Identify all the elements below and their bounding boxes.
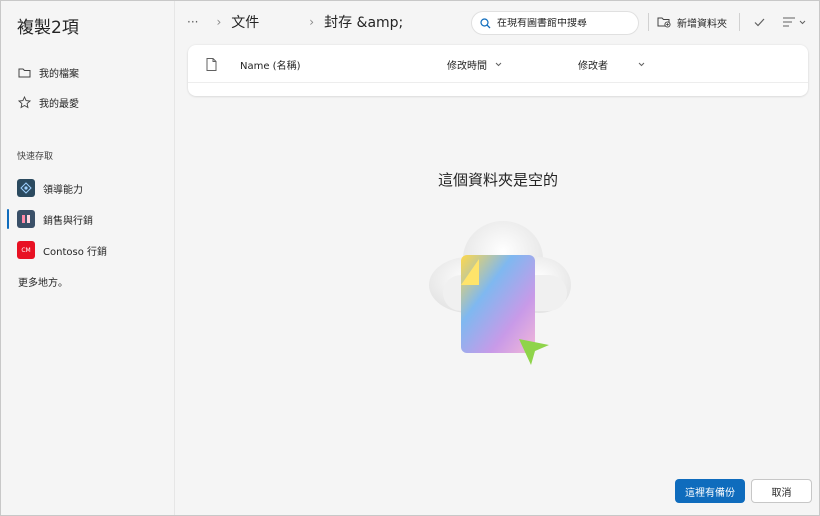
chevron-down-icon <box>799 20 806 25</box>
search-input[interactable] <box>497 17 637 29</box>
chevron-down-icon <box>495 62 502 67</box>
sales-site-icon <box>17 210 35 228</box>
new-folder-label: 新增資料夾 <box>677 18 727 30</box>
dialog-title: 複製2項 <box>17 18 79 38</box>
divider <box>188 82 808 83</box>
file-list: Name (名稱) 修改時間 修改者 <box>188 45 808 96</box>
breadcrumb-item-archive[interactable]: 封存 &amp; <box>324 12 403 32</box>
select-mode-button[interactable] <box>751 13 767 31</box>
breadcrumb-overflow-button[interactable]: ··· <box>187 15 198 29</box>
quick-access-heading: 快速存取 <box>17 152 54 162</box>
add-folder-icon <box>657 16 671 28</box>
selection-indicator <box>7 209 9 229</box>
name-column-header[interactable]: Name (名稱) <box>240 56 300 72</box>
modified-column-header[interactable]: 修改時間 <box>447 56 502 72</box>
file-type-column-header[interactable] <box>206 56 217 72</box>
breadcrumb-item-documents[interactable]: 文件 <box>231 12 259 32</box>
sidebar-item-favorites[interactable]: 我的最愛 <box>17 91 79 113</box>
contoso-site-icon: CM <box>17 241 35 259</box>
view-options-button[interactable] <box>783 13 811 31</box>
chevron-right-icon: › <box>216 15 222 29</box>
folder-icon <box>17 65 31 79</box>
column-label: Name (名稱) <box>240 60 301 72</box>
column-label: 修改時間 <box>447 60 487 72</box>
site-label: Contoso 行銷 <box>43 246 107 258</box>
search-box[interactable] <box>471 11 639 35</box>
modified-by-column-header[interactable]: 修改者 <box>578 56 645 72</box>
column-label: 修改者 <box>578 60 608 72</box>
sidebar-item-my-files[interactable]: 我的檔案 <box>17 61 79 83</box>
more-places-link[interactable]: 更多地方。 <box>18 274 68 289</box>
empty-folder-message: 這個資料夾是空的 <box>437 171 558 189</box>
star-icon <box>17 95 31 109</box>
list-view-icon <box>783 17 796 27</box>
empty-folder-illustration <box>421 215 577 375</box>
sidebar: 複製2項 我的檔案 我的最愛 快速存取 領導能力 銷售與行銷 CM Contos… <box>1 1 175 515</box>
sidebar-item-label: 我的檔案 <box>39 68 79 80</box>
cancel-button[interactable]: 取消 <box>751 479 812 503</box>
site-label: 銷售與行銷 <box>43 215 93 227</box>
copy-here-button[interactable]: 這裡有備份 <box>675 479 745 503</box>
search-icon <box>480 17 491 29</box>
breadcrumb: ··· › 文件 › 封存 &amp; <box>187 11 403 33</box>
new-folder-button[interactable]: 新增資料夾 <box>657 13 727 31</box>
copy-dialog: 複製2項 我的檔案 我的最愛 快速存取 領導能力 銷售與行銷 CM Contos… <box>0 0 820 516</box>
checkmark-icon <box>754 18 765 27</box>
document-icon <box>206 57 217 71</box>
sidebar-site-contoso-marketing[interactable]: CM Contoso 行銷 <box>17 239 107 261</box>
toolbar-divider <box>648 13 649 31</box>
toolbar-divider <box>739 13 740 31</box>
chevron-down-icon <box>638 62 645 67</box>
chevron-right-icon: › <box>309 15 315 29</box>
site-badge-text: CM <box>21 246 31 254</box>
sidebar-item-label: 我的最愛 <box>39 98 79 110</box>
sidebar-site-sales-marketing[interactable]: 銷售與行銷 <box>17 208 93 230</box>
